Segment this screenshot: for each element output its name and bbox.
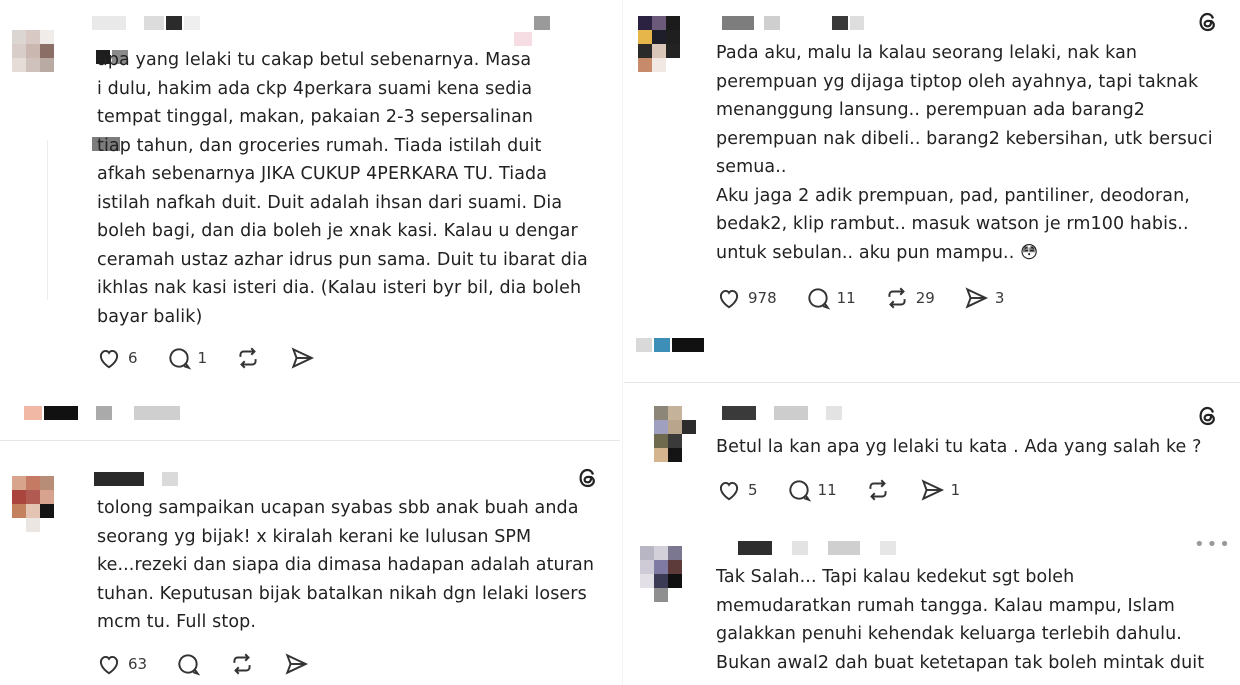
reply-count: 11: [836, 289, 856, 307]
username[interactable]: [722, 16, 864, 30]
share-count: 1: [950, 481, 961, 499]
reply-button[interactable]: 11: [786, 477, 837, 503]
username[interactable]: [722, 406, 842, 420]
username-fragment: [24, 406, 180, 420]
like-button[interactable]: 978: [716, 285, 777, 311]
post-actions: 978 11 29 3: [716, 285, 1032, 311]
divider: [0, 440, 620, 441]
thread-line: [47, 140, 48, 300]
comment-icon: [178, 654, 201, 676]
post-text: tolong sampaikan ucapan syabas sbb anak …: [97, 498, 595, 632]
share-icon: [285, 653, 309, 675]
like-count: 978: [748, 289, 777, 307]
post-text: Pada aku, malu la kalau seorang lelaki, …: [716, 43, 1213, 263]
share-count: 3: [994, 289, 1005, 307]
like-count: 5: [748, 481, 758, 499]
threads-logo-icon[interactable]: [576, 466, 600, 490]
share-icon: [921, 479, 944, 501]
threads-logo-icon[interactable]: [1196, 10, 1220, 34]
share-button[interactable]: 1: [919, 477, 961, 503]
heart-icon: [99, 349, 119, 369]
post-text: apa yang lelaki tu cakap betul sebenarny…: [97, 50, 588, 327]
heart-icon: [719, 481, 739, 501]
reply-button[interactable]: 1: [166, 345, 208, 371]
like-count: 6: [128, 349, 138, 367]
threads-logo-icon[interactable]: [1196, 404, 1220, 428]
share-icon: [291, 347, 315, 369]
repost-button[interactable]: [229, 651, 255, 677]
share-button[interactable]: 3: [963, 285, 1005, 311]
repost-button[interactable]: 29: [884, 285, 935, 311]
reply-count: 1: [197, 349, 208, 367]
comment-icon: [788, 480, 811, 502]
repost-button[interactable]: [865, 477, 891, 503]
like-count: 63: [128, 655, 148, 673]
repost-count: 29: [915, 289, 935, 307]
username[interactable]: [94, 472, 178, 486]
like-button[interactable]: 5: [716, 477, 758, 503]
repost-icon: [869, 479, 887, 501]
repost-icon: [239, 347, 257, 369]
like-button[interactable]: 6: [96, 345, 138, 371]
username-fragment: [534, 16, 550, 30]
share-icon: [965, 287, 988, 309]
heart-icon: [719, 289, 739, 309]
heart-icon: [99, 655, 119, 675]
comment-icon: [808, 288, 830, 310]
avatar[interactable]: [12, 476, 54, 532]
username[interactable]: [92, 16, 200, 30]
share-button[interactable]: [283, 651, 309, 677]
post-text: Tak Salah... Tapi kalau kedekut sgt bole…: [716, 567, 1205, 673]
username[interactable]: [738, 541, 896, 555]
avatar[interactable]: [638, 16, 680, 72]
more-options-icon[interactable]: •••: [1194, 534, 1232, 555]
comment-icon: [168, 348, 191, 370]
avatar[interactable]: [12, 30, 54, 86]
like-button[interactable]: 63: [96, 651, 147, 677]
post-actions: 63: [96, 651, 337, 677]
reply-count: 11: [817, 481, 837, 499]
username-fragment: [514, 32, 532, 46]
avatar[interactable]: [654, 406, 696, 462]
repost-button[interactable]: [235, 345, 261, 371]
repost-icon: [233, 653, 251, 675]
reply-button[interactable]: 11: [805, 285, 856, 311]
share-button[interactable]: [289, 345, 315, 371]
reply-button[interactable]: [175, 651, 201, 677]
post-text: Betul la kan apa yg lelaki tu kata . Ada…: [716, 437, 1202, 457]
post-actions: 6 1: [96, 345, 343, 371]
divider: [624, 382, 1240, 383]
post-actions: 5 11 1: [716, 477, 988, 503]
column-separator: [622, 0, 623, 685]
repost-icon: [888, 287, 906, 309]
username-fragment: [636, 338, 704, 352]
avatar[interactable]: [640, 546, 682, 602]
